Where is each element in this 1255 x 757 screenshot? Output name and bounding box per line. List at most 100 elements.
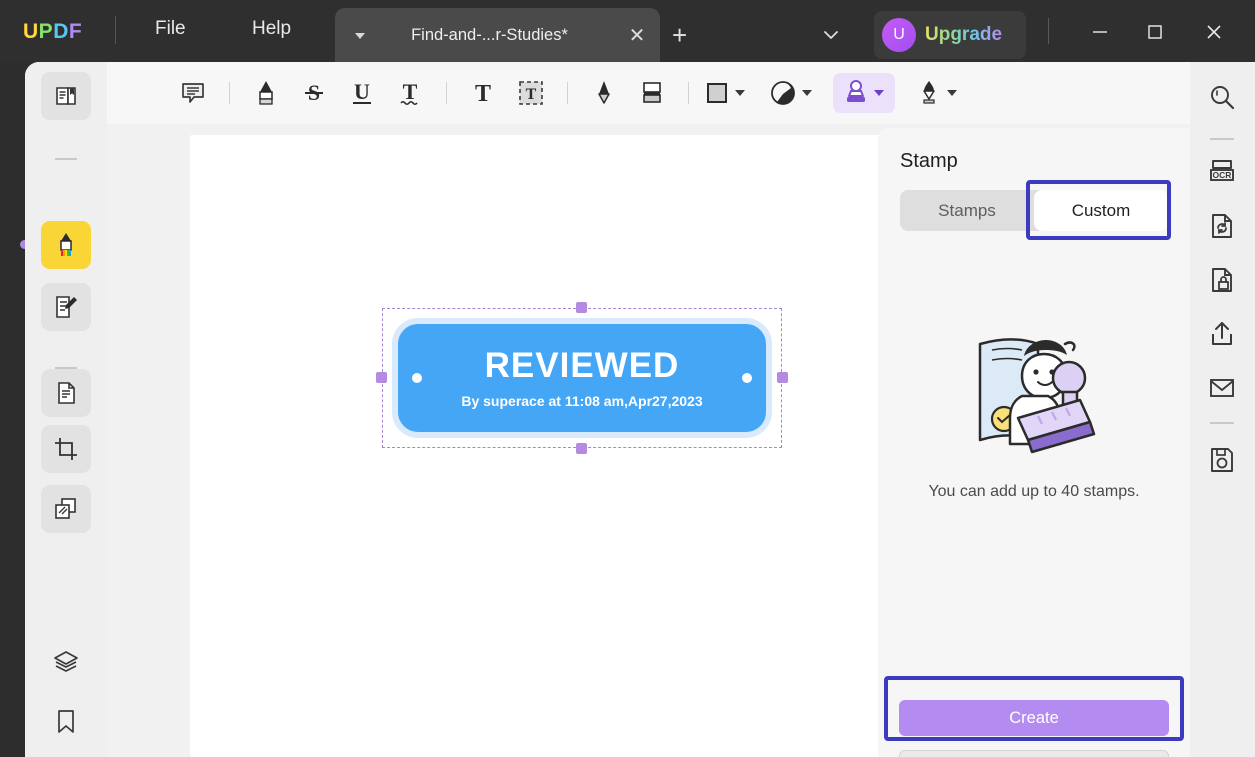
stamp-hole-left <box>412 373 422 383</box>
tool-sticker[interactable] <box>767 73 815 113</box>
chevron-down-icon[interactable] <box>874 90 884 96</box>
layers-icon <box>53 650 79 674</box>
sidebar-item-crop[interactable] <box>41 425 91 473</box>
search-button[interactable] <box>1198 75 1246 119</box>
floppy-save-icon <box>1208 446 1236 474</box>
stamp-panel: Stamp Stamps Custom <box>878 128 1190 757</box>
rail-divider-1 <box>55 158 77 160</box>
tool-signature[interactable] <box>913 73 961 113</box>
upgrade-button[interactable]: U Upgrade <box>874 11 1026 59</box>
ocr-icon: OCR <box>1207 156 1237 186</box>
tool-eraser[interactable] <box>628 73 676 113</box>
pencil-icon <box>591 79 617 107</box>
chevron-down-icon[interactable] <box>947 90 957 96</box>
logo-letter-d: D <box>53 20 69 44</box>
title-divider <box>115 16 116 44</box>
bookmark-icon <box>55 709 77 735</box>
menu-file[interactable]: File <box>155 18 186 40</box>
tool-highlight[interactable] <box>242 73 290 113</box>
logo-letter-u: U <box>23 20 39 44</box>
tool-stamp[interactable] <box>833 73 895 113</box>
maximize-button[interactable] <box>1133 16 1177 48</box>
tool-text-box[interactable]: T <box>507 73 555 113</box>
svg-text:U: U <box>354 80 370 104</box>
minimize-button[interactable] <box>1078 16 1122 48</box>
crop-icon <box>53 436 79 462</box>
resize-handle-bottom[interactable] <box>576 443 587 454</box>
tab-title: Find-and-...r-Studies* <box>359 26 620 45</box>
import-stamp-button[interactable]: Import <box>899 750 1169 757</box>
eraser-icon <box>639 79 665 107</box>
sidebar-item-edit-pdf[interactable] <box>41 283 91 331</box>
square-shape-icon <box>705 81 729 105</box>
tool-strikethrough[interactable]: S <box>290 73 338 113</box>
right-tool-rail: OCR <box>1190 62 1255 757</box>
squiggly-underline-icon: T <box>397 80 423 106</box>
close-window-button[interactable] <box>1192 16 1236 48</box>
tool-pencil[interactable] <box>580 73 628 113</box>
share-button[interactable] <box>1198 312 1246 356</box>
chevron-down-icon[interactable] <box>735 90 745 96</box>
title-bar: U P D F File Help Find-and-...r-Studies*… <box>0 0 1255 70</box>
sidebar-item-page-tools[interactable] <box>41 369 91 417</box>
tool-text[interactable]: T <box>459 73 507 113</box>
tool-squiggly[interactable]: T <box>386 73 434 113</box>
logo-letter-f: F <box>69 20 82 44</box>
upgrade-avatar: U <box>882 18 916 52</box>
share-upload-icon <box>1208 320 1236 348</box>
svg-text:T: T <box>475 81 491 106</box>
highlighter-icon <box>253 79 279 107</box>
tab-stamps[interactable]: Stamps <box>900 190 1034 231</box>
sticker-icon <box>770 80 796 106</box>
stamp-annotation[interactable]: REVIEWED By superace at 11:08 am,Apr27,2… <box>382 308 782 448</box>
sidebar-item-layers[interactable] <box>41 638 91 686</box>
comment-bubble-icon <box>180 80 206 106</box>
tool-underline[interactable]: U <box>338 73 386 113</box>
protect-button[interactable] <box>1198 258 1246 302</box>
stamp-icon <box>844 80 868 106</box>
upgrade-label: Upgrade <box>925 24 1002 46</box>
save-button[interactable] <box>1198 438 1246 482</box>
updf-application-window: U P D F File Help Find-and-...r-Studies*… <box>0 0 1255 757</box>
stamp-title: REVIEWED <box>485 348 680 383</box>
ocr-button[interactable]: OCR <box>1198 149 1246 193</box>
search-icon <box>1208 83 1236 111</box>
sidebar-item-annotate[interactable] <box>41 221 91 269</box>
left-tool-rail <box>25 62 107 757</box>
svg-text:T: T <box>526 86 537 103</box>
tool-shapes[interactable] <box>701 73 749 113</box>
sidebar-item-bookmarks[interactable] <box>41 698 91 746</box>
svg-text:OCR: OCR <box>1213 170 1232 180</box>
reviewed-stamp[interactable]: REVIEWED By superace at 11:08 am,Apr27,2… <box>392 318 772 438</box>
annotation-toolbar: S U T T <box>107 62 1190 124</box>
close-icon[interactable]: ✕ <box>620 26 654 46</box>
sidebar-item-reader[interactable] <box>41 72 91 120</box>
convert-document-icon <box>1208 212 1236 240</box>
book-reader-icon <box>53 83 79 109</box>
annotation-highlight-custom <box>1026 180 1171 240</box>
tab-list-chevron-down-icon[interactable] <box>820 24 842 46</box>
window-controls-divider <box>1048 18 1049 44</box>
toolbar-divider-2 <box>446 82 447 104</box>
document-tab[interactable]: Find-and-...r-Studies* ✕ <box>335 8 660 63</box>
envelope-icon <box>1208 376 1236 400</box>
chevron-down-icon[interactable] <box>802 90 812 96</box>
main-shell: S U T T <box>25 62 1255 757</box>
email-button[interactable] <box>1198 366 1246 410</box>
document-pages-icon <box>53 380 79 406</box>
tool-comment[interactable] <box>169 73 217 113</box>
annotation-highlight-import <box>884 676 1184 741</box>
document-lock-icon <box>1208 266 1236 294</box>
sidebar-item-organize-pages[interactable] <box>41 485 91 533</box>
right-rail-divider-2 <box>1210 422 1234 424</box>
resize-handle-left[interactable] <box>376 372 387 383</box>
new-tab-button[interactable]: + <box>672 22 687 48</box>
menu-help[interactable]: Help <box>252 18 291 40</box>
stamp-illustration <box>966 326 1101 471</box>
convert-button[interactable] <box>1198 204 1246 248</box>
organize-pages-icon <box>53 496 79 522</box>
resize-handle-right[interactable] <box>777 372 788 383</box>
logo-letter-p: P <box>39 20 54 44</box>
underline-icon: U <box>349 80 375 106</box>
resize-handle-top[interactable] <box>576 302 587 313</box>
